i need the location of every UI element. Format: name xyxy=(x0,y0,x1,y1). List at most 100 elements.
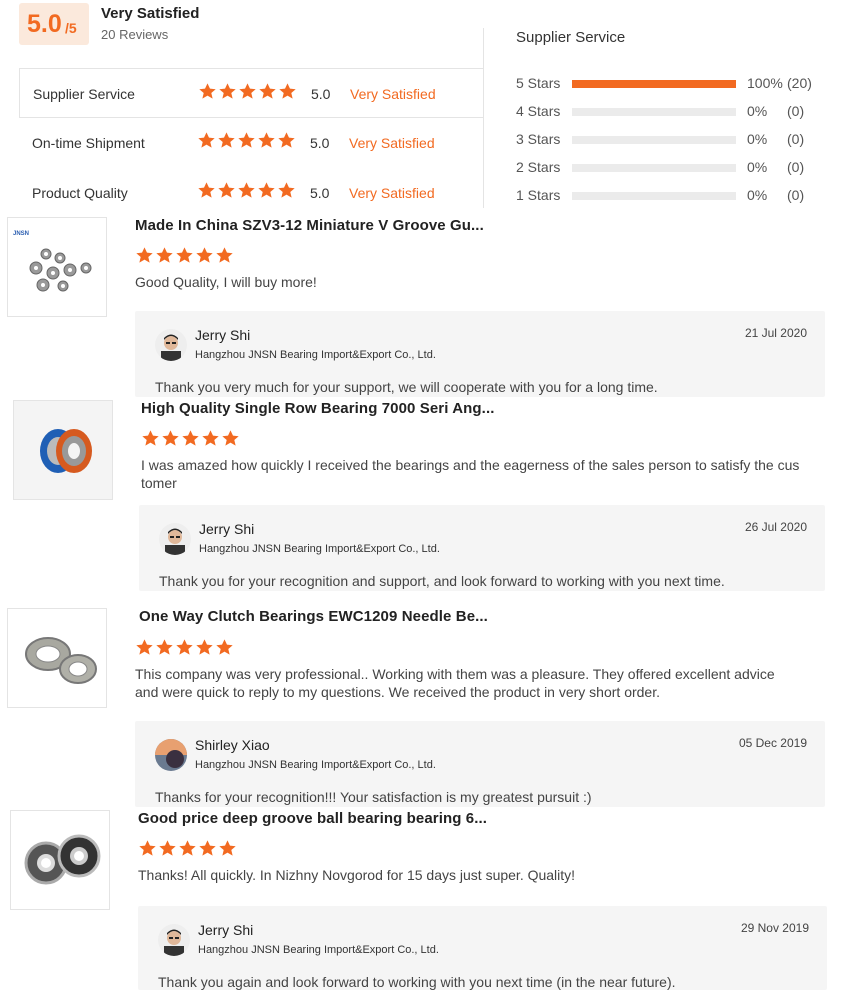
distribution-count: (0) xyxy=(787,131,805,147)
distribution-percent: 0% xyxy=(747,131,768,147)
distribution-title: Supplier Service xyxy=(516,29,626,46)
distribution-label: 4 Stars xyxy=(516,103,561,119)
rating-text: Very Satisfied xyxy=(349,135,435,151)
star-icon xyxy=(278,182,295,198)
reply-message: Thanks for your recognition!!! Your sati… xyxy=(155,789,592,805)
star-icon xyxy=(199,840,216,856)
distribution-count: (0) xyxy=(787,103,805,119)
star-icon xyxy=(159,840,176,856)
avatar xyxy=(155,329,187,361)
star-rating xyxy=(198,82,298,101)
reply-author: Jerry Shi xyxy=(199,521,255,537)
review-product-title[interactable]: Made In China SZV3-12 Miniature V Groove… xyxy=(135,217,484,234)
distribution-bar xyxy=(572,192,736,200)
distribution-row[interactable]: 5 Stars 100% (20) xyxy=(516,75,836,95)
distribution-percent: 0% xyxy=(747,103,768,119)
rating-row-supplier-service[interactable]: Supplier Service 5.0 Very Satisfied xyxy=(19,68,483,118)
star-icon xyxy=(156,247,173,263)
rating-breakdown: Supplier Service 5.0 Very Satisfied On-t… xyxy=(19,68,483,208)
review-text: I was amazed how quickly I received the … xyxy=(141,457,800,491)
rating-text: Very Satisfied xyxy=(350,86,436,102)
star-icon xyxy=(218,182,235,198)
review-product-title[interactable]: Good price deep groove ball bearing bear… xyxy=(138,810,487,827)
star-icon xyxy=(199,83,216,99)
star-icon xyxy=(222,430,239,446)
reply-message: Thank you again and look forward to work… xyxy=(158,974,676,990)
product-image-clutch-bearings xyxy=(8,609,106,707)
star-icon xyxy=(176,639,193,655)
rating-score: 5.0 xyxy=(311,86,331,102)
review-product-title[interactable]: One Way Clutch Bearings EWC1209 Needle B… xyxy=(139,608,488,625)
reply-author: Jerry Shi xyxy=(195,327,251,343)
product-thumbnail[interactable] xyxy=(13,400,113,500)
distribution-count: (0) xyxy=(787,159,805,175)
reply-company: Hangzhou JNSN Bearing Import&Export Co.,… xyxy=(198,944,439,956)
supplier-reply: Jerry Shi Hangzhou JNSN Bearing Import&E… xyxy=(135,311,825,397)
review-text: Thanks! All quickly. In Nizhny Novgorod … xyxy=(138,867,576,883)
review-count[interactable]: 20 Reviews xyxy=(101,27,168,42)
reply-date: 26 Jul 2020 xyxy=(744,520,807,534)
distribution-row[interactable]: 3 Stars 0% (0) xyxy=(516,131,836,151)
star-icon xyxy=(139,840,156,856)
star-icon xyxy=(179,840,196,856)
product-thumbnail[interactable] xyxy=(10,810,110,910)
divider xyxy=(483,28,484,208)
reply-date: 21 Jul 2020 xyxy=(744,326,807,340)
distribution-percent: 0% xyxy=(747,187,768,203)
rating-label: On-time Shipment xyxy=(32,135,145,151)
overall-score-badge: 5.0 /5 xyxy=(19,3,89,45)
star-icon xyxy=(176,247,193,263)
rating-row-product-quality[interactable]: Product Quality 5.0 Very Satisfied xyxy=(19,168,483,218)
star-icon xyxy=(278,132,295,148)
reply-company: Hangzhou JNSN Bearing Import&Export Co.,… xyxy=(195,349,436,361)
star-icon xyxy=(259,83,276,99)
rating-label: Product Quality xyxy=(32,185,128,201)
distribution-bar xyxy=(572,164,736,172)
avatar xyxy=(155,739,187,771)
review-star-rating xyxy=(135,638,235,662)
star-icon xyxy=(156,639,173,655)
reply-author: Shirley Xiao xyxy=(195,737,270,753)
rating-row-on-time-shipment[interactable]: On-time Shipment 5.0 Very Satisfied xyxy=(19,118,483,168)
supplier-reply: Jerry Shi Hangzhou JNSN Bearing Import&E… xyxy=(139,505,825,591)
review-star-rating xyxy=(135,246,235,270)
distribution-label: 1 Stars xyxy=(516,187,561,203)
star-icon xyxy=(216,639,233,655)
review-text: This company was very professional.. Wor… xyxy=(135,666,775,700)
distribution-row[interactable]: 4 Stars 0% (0) xyxy=(516,103,836,123)
star-icon xyxy=(279,83,296,99)
avatar xyxy=(158,924,190,956)
distribution-bar xyxy=(572,108,736,116)
product-thumbnail[interactable] xyxy=(7,608,107,708)
star-icon xyxy=(136,639,153,655)
star-icon xyxy=(196,247,213,263)
star-icon xyxy=(219,83,236,99)
distribution-count: (0) xyxy=(787,187,805,203)
product-image-angular-bearing xyxy=(14,401,112,499)
summary-title: Very Satisfied xyxy=(101,5,200,22)
rating-score: 5.0 xyxy=(310,135,330,151)
distribution-label: 3 Stars xyxy=(516,131,561,147)
distribution-bar xyxy=(572,136,736,144)
star-icon xyxy=(218,132,235,148)
reply-date: 29 Nov 2019 xyxy=(740,921,809,935)
product-image-deep-groove-bearing xyxy=(11,811,109,909)
distribution-bar xyxy=(572,80,736,88)
star-icon xyxy=(182,430,199,446)
review-product-title[interactable]: High Quality Single Row Bearing 7000 Ser… xyxy=(141,400,494,417)
star-icon xyxy=(216,247,233,263)
star-icon xyxy=(136,247,153,263)
reply-message: Thank you very much for your support, we… xyxy=(155,379,658,395)
distribution-row[interactable]: 2 Stars 0% (0) xyxy=(516,159,836,179)
star-icon xyxy=(239,83,256,99)
distribution-bar-fill xyxy=(572,80,736,88)
distribution-percent: 100% xyxy=(747,75,783,91)
star-rating xyxy=(197,131,297,150)
overall-score-max: /5 xyxy=(65,20,77,36)
rating-text: Very Satisfied xyxy=(349,185,435,201)
supplier-reply: Shirley Xiao Hangzhou JNSN Bearing Impor… xyxy=(135,721,825,807)
distribution-count: (20) xyxy=(787,75,812,91)
distribution-row[interactable]: 1 Stars 0% (0) xyxy=(516,187,836,207)
star-icon xyxy=(258,182,275,198)
product-thumbnail[interactable]: JNSN xyxy=(7,217,107,317)
